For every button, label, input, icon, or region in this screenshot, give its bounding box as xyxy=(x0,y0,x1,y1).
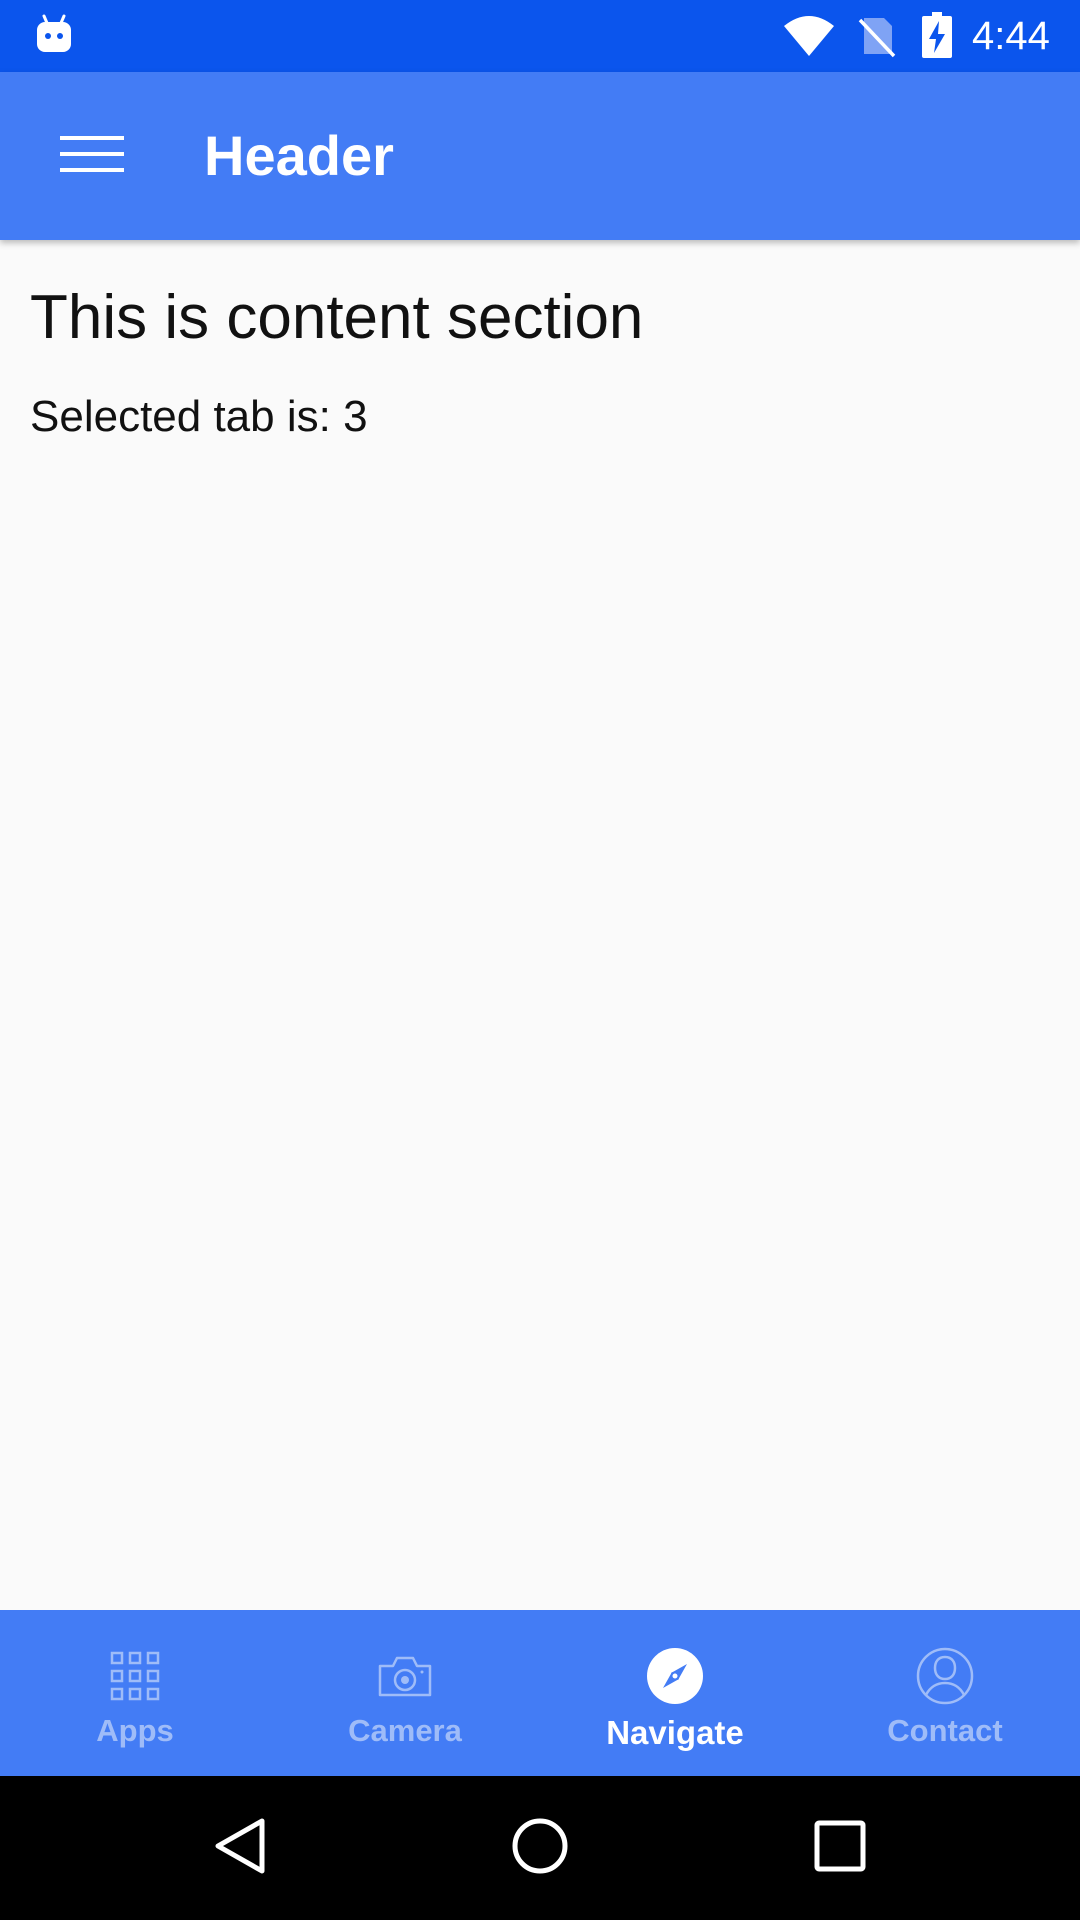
recents-icon xyxy=(812,1818,868,1879)
recents-button[interactable] xyxy=(790,1798,890,1898)
home-icon xyxy=(510,1816,570,1881)
bottom-tab-bar: Apps Camera Navigate Contact xyxy=(0,1610,1080,1776)
menu-button[interactable] xyxy=(40,110,144,202)
wifi-icon xyxy=(782,14,836,58)
status-clock: 4:44 xyxy=(972,14,1050,58)
back-icon xyxy=(210,1816,270,1881)
app-title: Header xyxy=(204,124,394,187)
no-sim-icon xyxy=(858,14,896,58)
tab-navigate[interactable]: Navigate xyxy=(540,1610,810,1776)
app-screen: 4:44 Header This is content section Sele… xyxy=(0,0,1080,1920)
compass-icon xyxy=(645,1646,705,1706)
android-notification-icon xyxy=(36,14,72,54)
tab-contact[interactable]: Contact xyxy=(810,1610,1080,1776)
tab-label-navigate: Navigate xyxy=(606,1714,744,1751)
app-bar: Header xyxy=(0,72,1080,240)
home-button[interactable] xyxy=(490,1798,590,1898)
apps-grid-icon xyxy=(105,1646,165,1706)
tab-apps[interactable]: Apps xyxy=(0,1610,270,1776)
tab-label-contact: Contact xyxy=(887,1713,1003,1748)
hamburger-menu-icon xyxy=(60,134,124,179)
status-bar: 4:44 xyxy=(0,0,1080,72)
contact-icon xyxy=(915,1646,975,1706)
camera-icon xyxy=(375,1646,435,1706)
back-button[interactable] xyxy=(190,1798,290,1898)
battery-charging-icon xyxy=(922,12,952,58)
tab-label-apps: Apps xyxy=(96,1713,174,1748)
content-section: This is content section Selected tab is:… xyxy=(0,240,1080,1610)
selected-tab-text: Selected tab is: 3 xyxy=(30,392,368,441)
content-title: This is content section xyxy=(30,283,644,352)
system-navigation-bar xyxy=(0,1776,1080,1920)
tab-camera[interactable]: Camera xyxy=(270,1610,540,1776)
tab-label-camera: Camera xyxy=(348,1713,462,1748)
